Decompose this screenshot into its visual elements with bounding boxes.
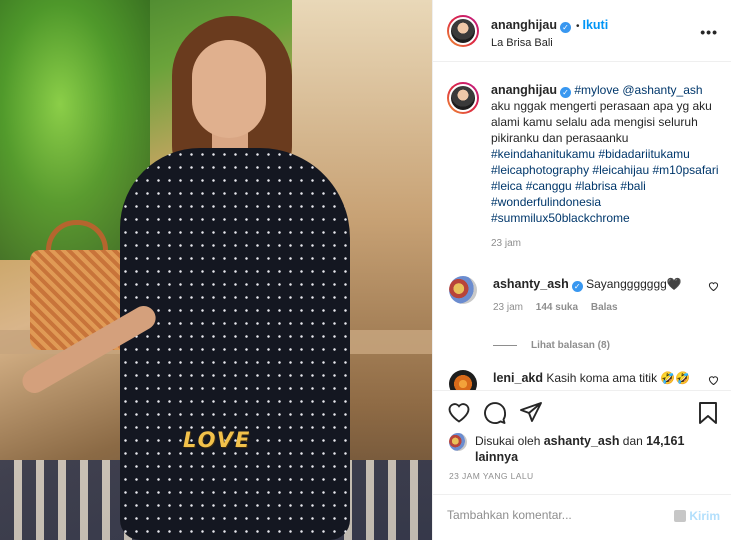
liked-by-user[interactable]: ashanty_ash: [544, 434, 620, 448]
more-options-icon[interactable]: •••: [700, 24, 718, 40]
comment-text: Kasih koma ama titik 🤣🤣: [546, 371, 691, 385]
commenter-avatar[interactable]: [449, 370, 477, 390]
liked-by-avatar[interactable]: [449, 433, 467, 451]
post-side-panel: ananghijau ✓ • Ikuti La Brisa Bali ••• anan…: [432, 0, 731, 540]
liked-by-prefix: Disukai oleh: [475, 434, 541, 448]
comment-bubble-icon[interactable]: [483, 401, 507, 425]
comment-time[interactable]: 23 jam: [493, 302, 523, 313]
photo-dress: [120, 148, 350, 540]
comments-list[interactable]: ananghijau ✓ #mylove @ashanty_ash aku ngg…: [433, 62, 731, 390]
liked-by: Disukai oleh ashanty_ash dan 14,161 lain…: [449, 433, 719, 465]
like-heart-icon[interactable]: [447, 401, 471, 423]
caption-username[interactable]: ananghijau: [491, 83, 557, 97]
photo-face: [192, 40, 266, 138]
caption-hashtags[interactable]: #keindahanitukamu #bidadariitukamu #leic…: [491, 147, 718, 225]
author-username[interactable]: ananghijau: [491, 18, 557, 32]
save-bookmark-icon[interactable]: [697, 401, 719, 425]
post-actions: Disukai oleh ashanty_ash dan 14,161 lain…: [433, 390, 731, 540]
view-replies-label: Lihat balasan (8): [531, 340, 610, 351]
post-header: ananghijau ✓ • Ikuti La Brisa Bali •••: [433, 0, 731, 62]
share-paper-plane-icon[interactable]: [519, 401, 543, 423]
caption-mentions[interactable]: #mylove @ashanty_ash: [574, 83, 702, 97]
reply-button[interactable]: Balas: [591, 302, 618, 313]
location-link[interactable]: La Brisa Bali: [491, 37, 553, 49]
view-replies-button[interactable]: Lihat balasan (8): [493, 340, 610, 351]
follow-button[interactable]: Ikuti: [583, 18, 609, 32]
action-bar: [447, 401, 721, 427]
commenter-avatar[interactable]: [449, 276, 477, 304]
photo-overlay-text: LOVE: [183, 428, 252, 452]
commenter-username[interactable]: ashanty_ash: [493, 277, 569, 291]
post-timestamp[interactable]: 23 JAM YANG LALU: [449, 471, 534, 481]
send-icon: [674, 510, 687, 522]
verified-badge-icon: ✓: [559, 22, 571, 33]
verified-badge-icon: ✓: [571, 281, 583, 292]
comment-text: Sayanggggggg🖤: [586, 277, 682, 291]
caption-time[interactable]: 23 jam: [491, 238, 719, 249]
comment-input[interactable]: [447, 508, 667, 522]
comment-item: leni_akd Kasih koma ama titik 🤣🤣: [447, 370, 719, 390]
liked-by-conjunction: dan: [622, 434, 643, 448]
post-photo[interactable]: LOVE: [0, 0, 432, 540]
comment-likes[interactable]: 144 suka: [536, 302, 578, 313]
commenter-username[interactable]: leni_akd: [493, 371, 543, 385]
caption-avatar[interactable]: [447, 82, 479, 114]
send-comment-button[interactable]: Kirim: [674, 509, 720, 523]
add-comment-bar: Kirim: [433, 494, 731, 540]
like-comment-heart-icon[interactable]: [708, 281, 719, 291]
author-line: ananghijau ✓ • Ikuti: [491, 18, 608, 33]
verified-badge-icon: ✓: [559, 87, 571, 98]
separator-dot: •: [575, 21, 580, 32]
like-comment-heart-icon[interactable]: [708, 375, 719, 385]
comment-item: ashanty_ash ✓ Sayanggggggg🖤 23 jam 144 su…: [447, 276, 719, 313]
caption-text: aku nggak mengerti perasaan apa yg aku a…: [491, 99, 712, 145]
send-label: Kirim: [689, 509, 720, 523]
replies-dash: [493, 345, 517, 346]
author-avatar[interactable]: [447, 15, 479, 47]
post-caption: ananghijau ✓ #mylove @ashanty_ash aku ngg…: [447, 82, 719, 249]
